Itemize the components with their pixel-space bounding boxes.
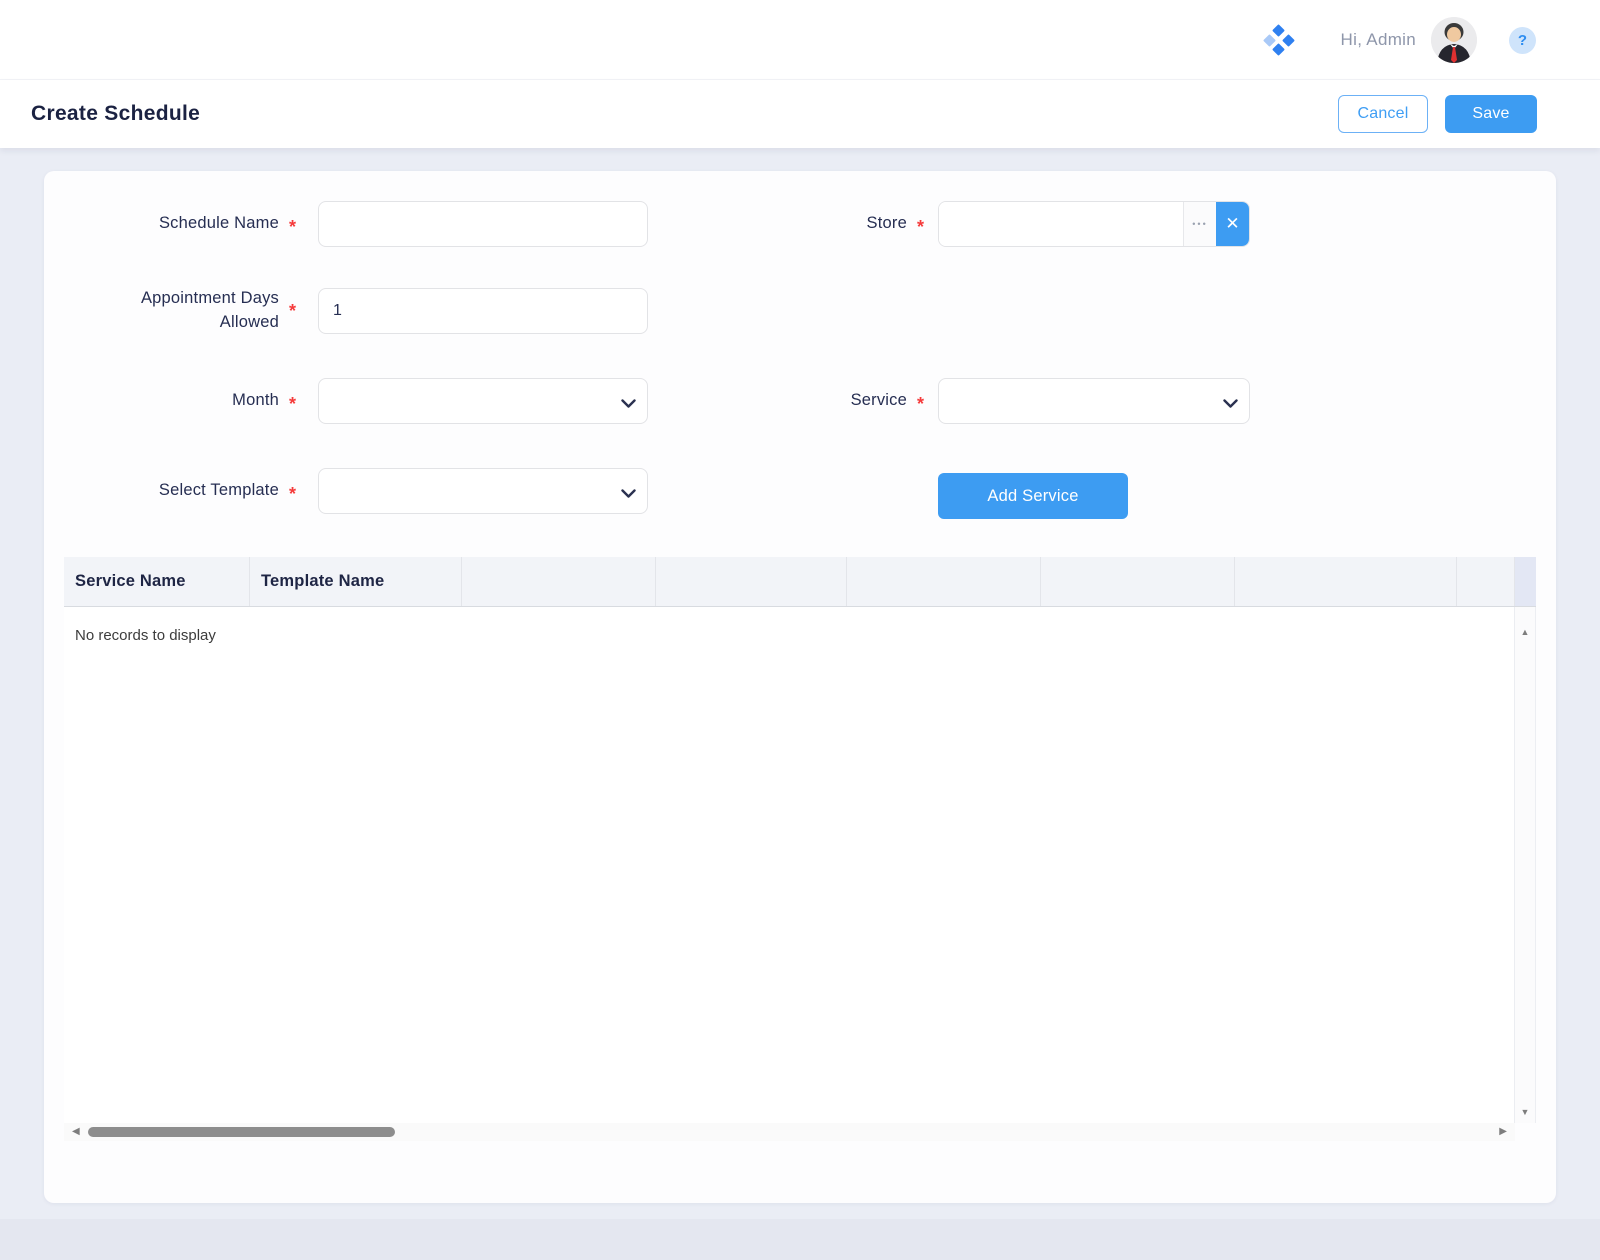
- service-select[interactable]: [938, 378, 1250, 424]
- vertical-scrollbar[interactable]: ▲ ▼: [1514, 607, 1535, 1123]
- column-header-empty: [656, 557, 847, 606]
- user-avatar[interactable]: [1431, 17, 1477, 63]
- required-asterisk: *: [289, 395, 296, 413]
- store-picker: ••• ✕: [938, 201, 1250, 247]
- month-label: Month *: [44, 378, 296, 424]
- appointment-days-input[interactable]: [318, 288, 648, 334]
- scroll-right-icon[interactable]: ▶: [1499, 1123, 1507, 1141]
- horizontal-scroll-thumb[interactable]: [88, 1127, 395, 1137]
- scroll-down-icon[interactable]: ▼: [1515, 1107, 1535, 1117]
- chevron-down-icon: [1223, 396, 1238, 414]
- appointment-days-label: Appointment Days Allowed *: [44, 288, 296, 334]
- person-icon: [1431, 17, 1477, 63]
- services-grid: Service Name Template Name No records to…: [64, 557, 1536, 1141]
- apps-diamond-icon[interactable]: [1265, 26, 1293, 54]
- empty-records-message: No records to display: [75, 627, 216, 644]
- required-asterisk: *: [917, 218, 924, 236]
- column-header-empty: [1041, 557, 1235, 606]
- scrollbar-header-cell: [1515, 557, 1536, 606]
- column-header-service-name: Service Name: [64, 557, 250, 606]
- schedule-name-label: Schedule Name *: [44, 201, 296, 247]
- close-icon: ✕: [1225, 214, 1239, 234]
- column-header-empty: [462, 557, 656, 606]
- horizontal-scrollbar[interactable]: ◀ ▶: [64, 1123, 1515, 1141]
- required-asterisk: *: [289, 218, 296, 236]
- required-asterisk: *: [917, 395, 924, 413]
- required-asterisk: *: [289, 302, 296, 320]
- store-label: Store *: [624, 201, 924, 247]
- column-header-empty: [1457, 557, 1515, 606]
- grid-header: Service Name Template Name: [64, 557, 1536, 607]
- service-label: Service *: [624, 378, 924, 424]
- schedule-name-input[interactable]: [318, 201, 648, 247]
- top-bar: Hi, Admin ?: [0, 0, 1600, 80]
- select-template-select[interactable]: [318, 468, 648, 514]
- chevron-down-icon: [621, 486, 636, 504]
- column-header-empty: [847, 557, 1041, 606]
- ellipsis-icon: •••: [1192, 219, 1207, 229]
- cancel-button[interactable]: Cancel: [1338, 95, 1428, 133]
- column-header-empty: [1235, 557, 1457, 606]
- store-clear-button[interactable]: ✕: [1216, 202, 1249, 246]
- top-bar-right: Hi, Admin ?: [1265, 0, 1536, 80]
- required-asterisk: *: [289, 485, 296, 503]
- store-browse-button[interactable]: •••: [1183, 202, 1216, 246]
- add-service-button[interactable]: Add Service: [938, 473, 1128, 519]
- grid-body: No records to display ▲ ▼: [64, 607, 1536, 1123]
- month-select[interactable]: [318, 378, 648, 424]
- select-template-label: Select Template *: [44, 468, 296, 514]
- column-header-template-name: Template Name: [250, 557, 462, 606]
- scroll-left-icon[interactable]: ◀: [72, 1123, 80, 1141]
- page-title: Create Schedule: [31, 102, 200, 126]
- store-input[interactable]: [939, 202, 1183, 246]
- greeting-text: Hi, Admin: [1341, 30, 1416, 50]
- help-icon[interactable]: ?: [1509, 27, 1536, 54]
- scroll-up-icon[interactable]: ▲: [1515, 627, 1535, 637]
- create-schedule-card: Schedule Name * Store * ••• ✕ Appointmen…: [44, 171, 1556, 1203]
- footer-band: [0, 1219, 1600, 1260]
- save-button[interactable]: Save: [1445, 95, 1537, 133]
- page-header: Create Schedule Cancel Save: [0, 80, 1600, 148]
